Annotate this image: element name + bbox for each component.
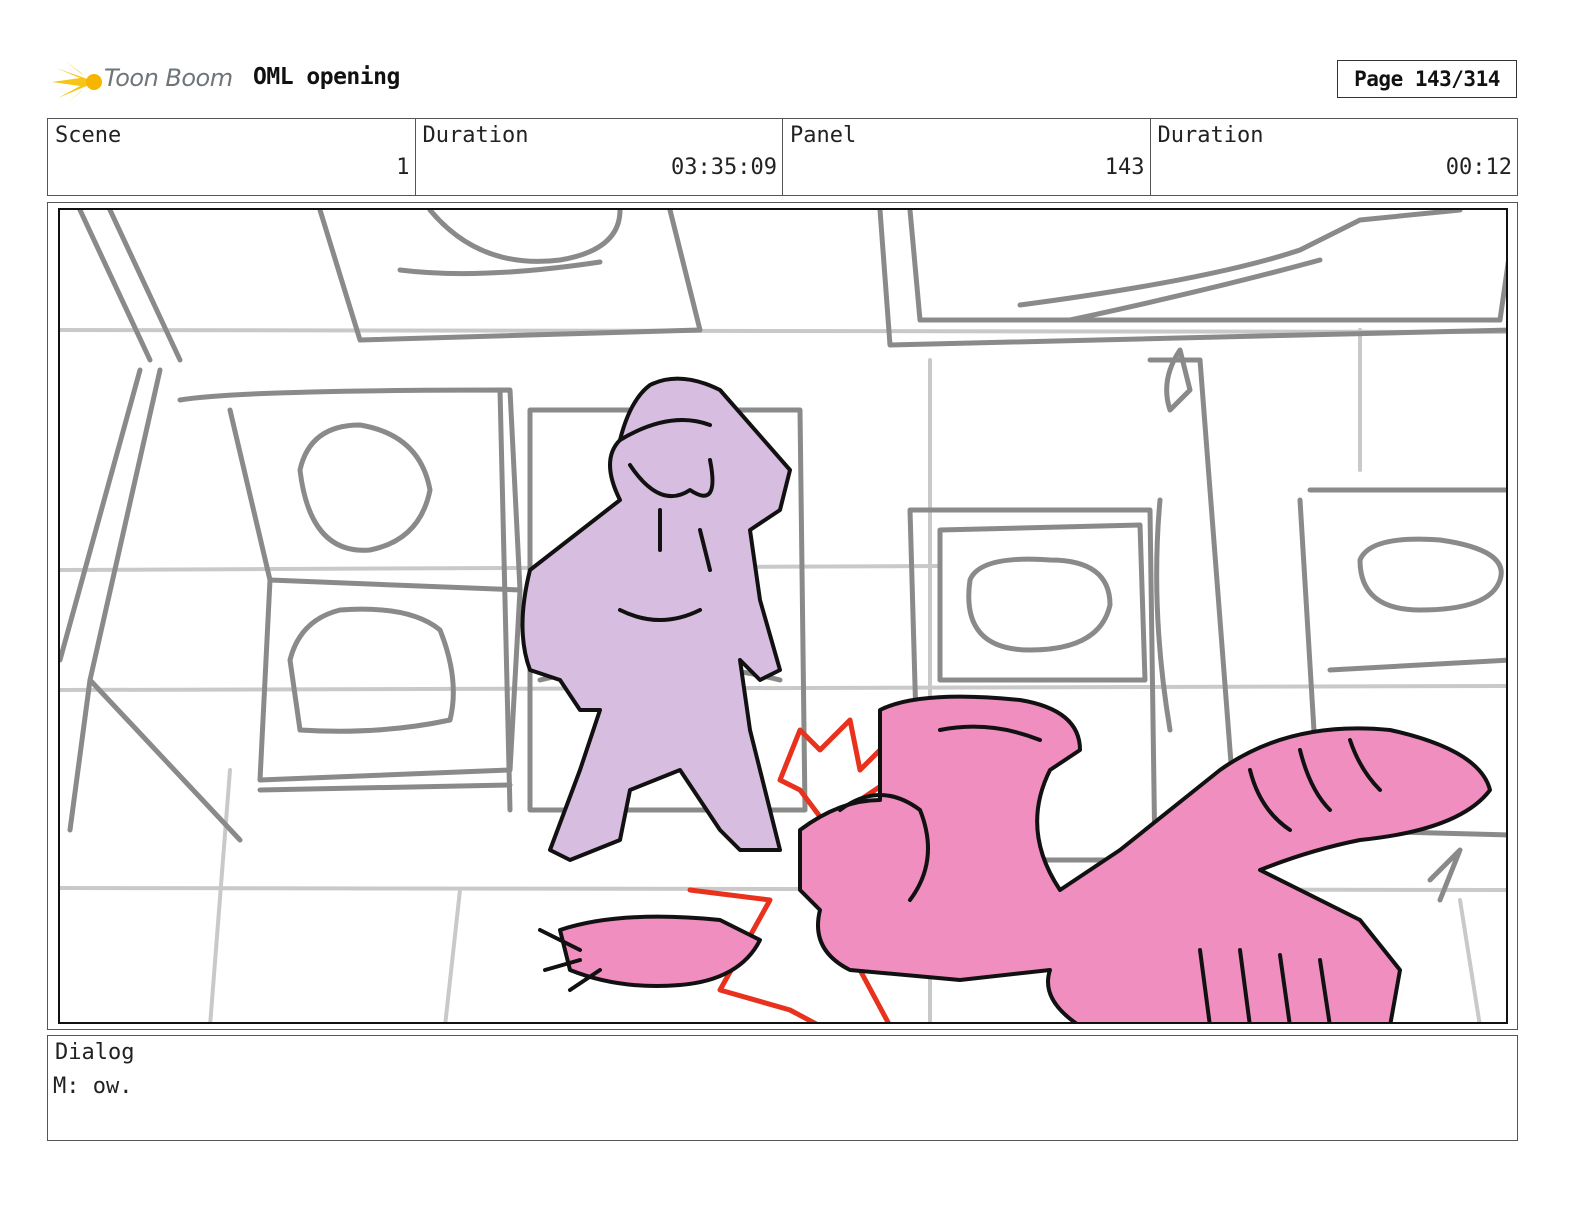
panel-value: 143 bbox=[1104, 155, 1145, 180]
scene-duration-value: 03:35:09 bbox=[671, 155, 777, 180]
panel-info-row: Scene 1 Duration 03:35:09 Panel 143 Dura… bbox=[47, 118, 1518, 196]
scene-cell: Scene 1 bbox=[48, 119, 416, 195]
scene-duration-cell: Duration 03:35:09 bbox=[416, 119, 783, 195]
dialog-label: Dialog bbox=[55, 1040, 135, 1065]
panel-duration-value: 00:12 bbox=[1445, 155, 1512, 180]
dialog-box: Dialog M: ow. bbox=[47, 1035, 1518, 1141]
sketch-drawing bbox=[60, 210, 1506, 1022]
panel-label: Panel bbox=[790, 123, 857, 148]
storyboard-sketch bbox=[58, 208, 1508, 1024]
page-number: Page 143/314 bbox=[1337, 60, 1517, 98]
panel-cell: Panel 143 bbox=[783, 119, 1151, 195]
panel-duration-label: Duration bbox=[1157, 123, 1264, 148]
panel-duration-cell: Duration 00:12 bbox=[1151, 119, 1518, 195]
logo-wordmark: Toon Boom bbox=[104, 64, 233, 92]
scene-label: Scene bbox=[55, 123, 122, 148]
scene-duration-label: Duration bbox=[422, 123, 529, 148]
scene-value: 1 bbox=[396, 155, 410, 180]
document-title: OML opening bbox=[253, 64, 400, 90]
dialog-text: M: ow. bbox=[53, 1074, 133, 1099]
